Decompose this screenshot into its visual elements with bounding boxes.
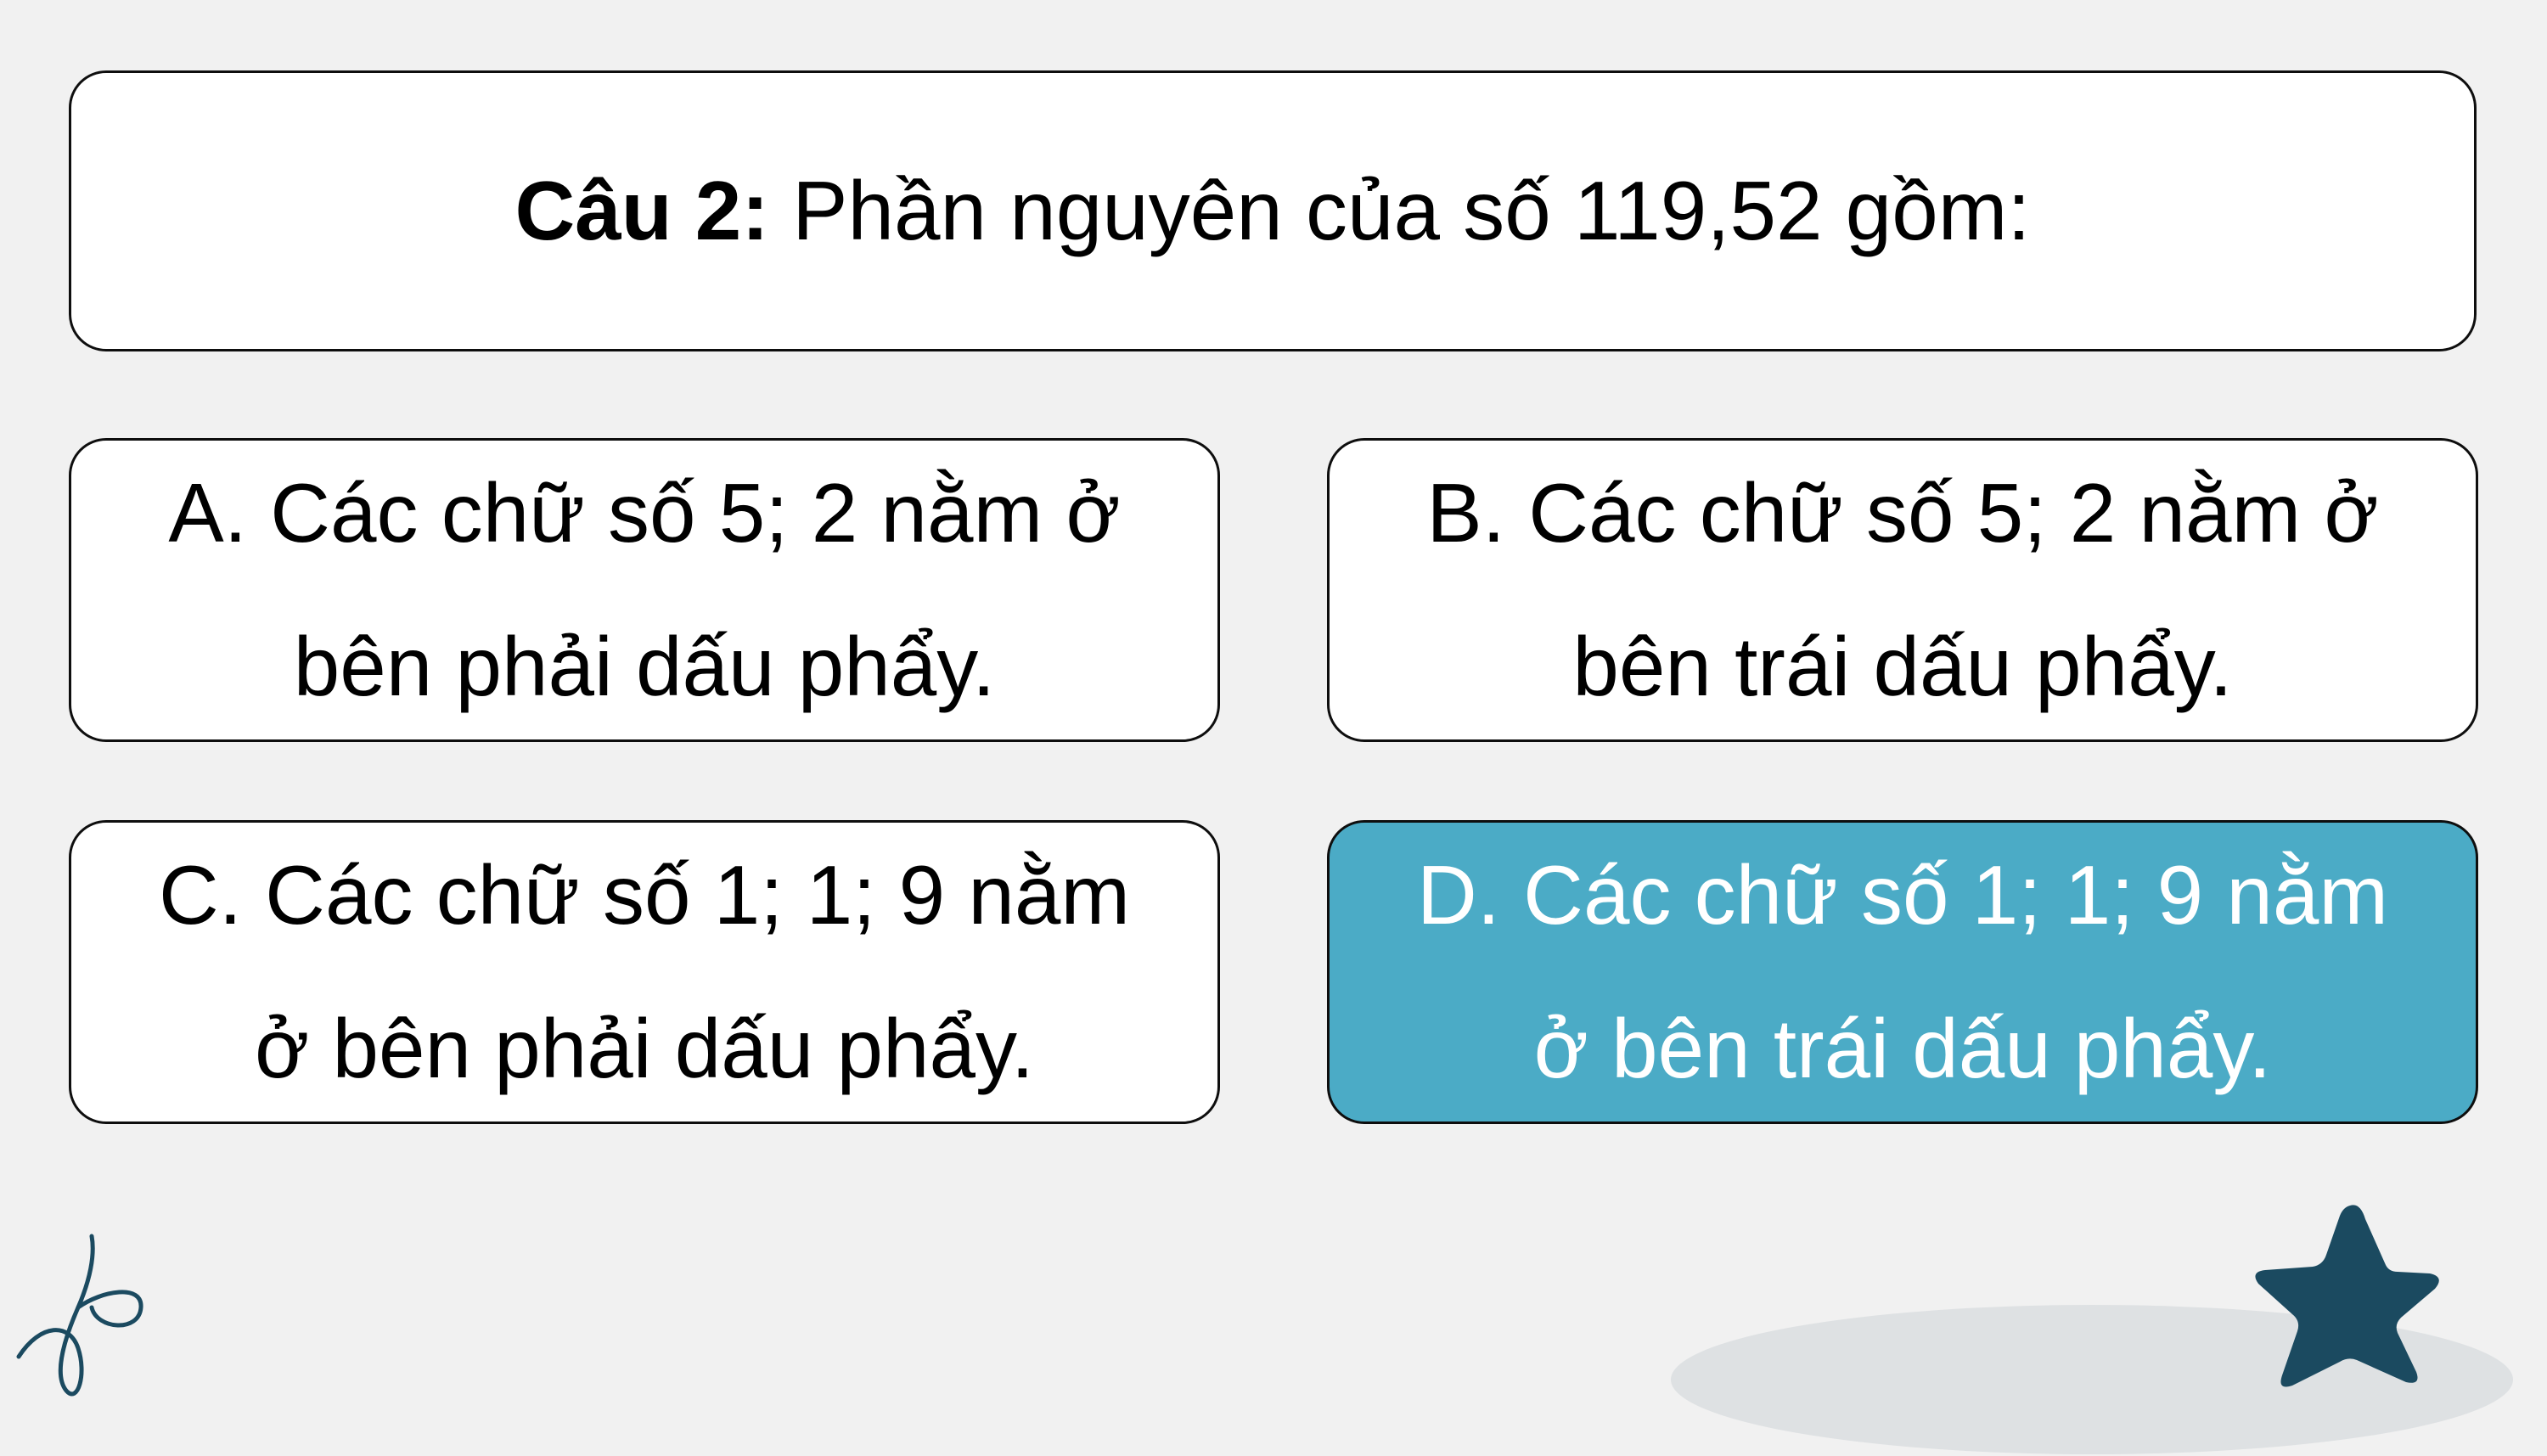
answer-label-a: A. Các chữ số 5; 2 nằm ở bên phải dấu ph…: [168, 466, 1121, 713]
answer-option-a[interactable]: A. Các chữ số 5; 2 nằm ở bên phải dấu ph…: [69, 438, 1220, 742]
scribble-icon: [16, 1234, 143, 1397]
answer-label-d: D. Các chữ số 1; 1; 9 nằm ở bên trái dấu…: [1416, 848, 2389, 1095]
answer-option-d[interactable]: D. Các chữ số 1; 1; 9 nằm ở bên trái dấu…: [1327, 820, 2478, 1124]
answer-label-b: B. Các chữ số 5; 2 nằm ở bên trái dấu ph…: [1426, 466, 2379, 713]
question-number: Câu 2:: [514, 163, 769, 257]
answer-option-b[interactable]: B. Các chữ số 5; 2 nằm ở bên trái dấu ph…: [1327, 438, 2478, 742]
question-box: Câu 2: Phần nguyên của số 119,52 gồm:: [69, 70, 2477, 351]
question-text: Câu 2: Phần nguyên của số 119,52 gồm:: [514, 161, 2030, 261]
question-body: Phần nguyên của số 119,52 gồm:: [768, 163, 2031, 257]
answer-label-c: C. Các chữ số 1; 1; 9 nằm ở bên phải dấu…: [158, 848, 1131, 1095]
answer-option-c[interactable]: C. Các chữ số 1; 1; 9 nằm ở bên phải dấu…: [69, 820, 1220, 1124]
star-icon: [2255, 1205, 2439, 1387]
